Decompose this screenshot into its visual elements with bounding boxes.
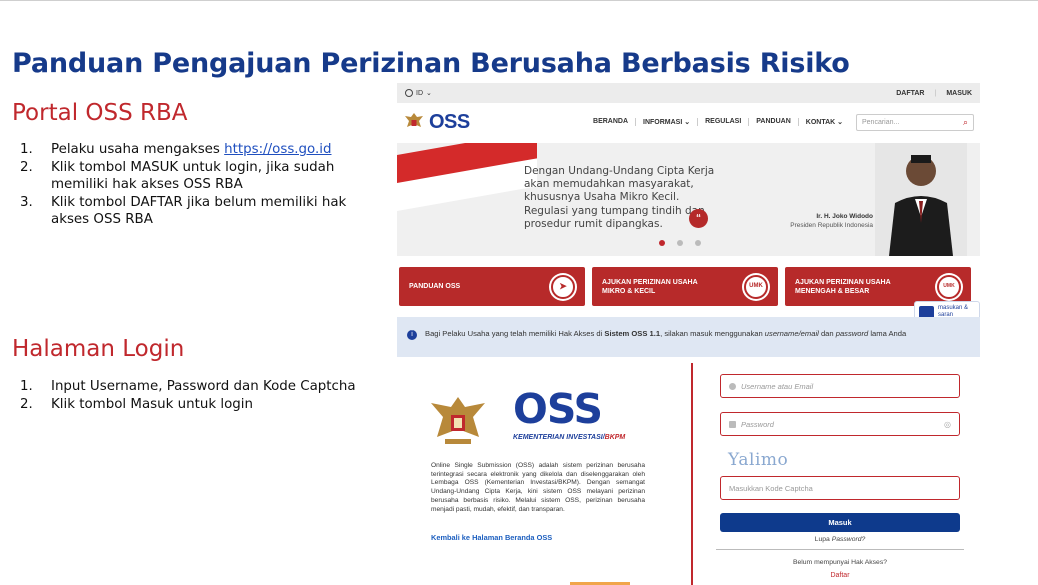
garuda-emblem-icon	[405, 113, 423, 127]
main-nav: BERANDA INFORMASI ⌄ REGULASI PANDUAN KON…	[586, 118, 850, 126]
president-name: Ir. H. Joko Widodo	[816, 213, 873, 220]
oss-logo[interactable]: OSS	[429, 111, 470, 134]
info-notice: i Bagi Pelaku Usaha yang telah memiliki …	[397, 317, 980, 357]
oss-big-logo: OSS	[513, 385, 603, 433]
back-to-home-link[interactable]: Kembali ke Halaman Beranda OSS	[431, 533, 552, 542]
oss-description: Online Single Submission (OSS) adalah si…	[431, 462, 645, 513]
step-item: 1. Input Username, Password dan Kode Capt…	[20, 379, 356, 394]
carousel-dot[interactable]	[677, 240, 683, 246]
slide-title: Panduan Pengajuan Perizinan Berusaha Ber…	[12, 48, 850, 79]
garuda-emblem-icon	[431, 397, 485, 444]
no-account-text: Belum mempunyai Hak Akses?	[792, 559, 888, 566]
password-field[interactable]: Password ◎	[720, 412, 960, 436]
form-separator	[716, 549, 964, 550]
panduan-oss-card[interactable]: PANDUAN OSS ➤	[399, 267, 585, 306]
step-item: 3. Klik tombol DAFTAR jika belum memiliki…	[20, 195, 347, 227]
top-divider	[0, 0, 1038, 1]
carousel-dot[interactable]	[659, 240, 665, 246]
carousel-dots	[659, 240, 701, 246]
nav-regulasi[interactable]: REGULASI	[698, 118, 750, 126]
chevron-down-icon: ⌄	[426, 90, 432, 97]
step-item: 2. Klik tombol MASUK untuk login, jika su…	[20, 160, 335, 192]
language-selector[interactable]: ID ⌄	[405, 89, 432, 97]
president-title: Presiden Republik Indonesia	[790, 222, 873, 229]
nav-beranda[interactable]: BERANDA	[586, 118, 637, 126]
nav-panduan[interactable]: PANDUAN	[749, 118, 799, 126]
eye-slash-icon[interactable]: ◎	[944, 420, 951, 429]
globe-icon	[405, 89, 413, 97]
masuk-button[interactable]: Masuk	[720, 513, 960, 532]
user-icon	[729, 382, 736, 390]
username-field[interactable]: Username atau Email	[720, 374, 960, 398]
search-icon[interactable]: ⌕	[963, 117, 968, 128]
compass-icon: ➤	[551, 274, 575, 299]
umk-icon: UMK	[744, 274, 768, 299]
login-divider	[691, 363, 693, 585]
non-umk-icon: UMK	[937, 274, 961, 299]
step-item: 1. Pelaku usaha mengakses https://oss.go.…	[20, 142, 332, 157]
captcha-input[interactable]: Masukkan Kode Captcha	[720, 476, 960, 500]
forgot-password-link[interactable]: Lupa Password?	[720, 536, 960, 543]
login-steps: 1. Input Username, Password dan Kode Capt…	[20, 378, 411, 414]
daftar-top-link[interactable]: DAFTAR	[896, 90, 924, 97]
portal-steps: 1. Pelaku usaha mengakses https://oss.go.…	[20, 141, 371, 229]
carousel-dot[interactable]	[695, 240, 701, 246]
masuk-top-link[interactable]: MASUK	[946, 90, 972, 97]
site-navbar: OSS BERANDA INFORMASI ⌄ REGULASI PANDUAN…	[397, 103, 980, 141]
section-heading-portal: Portal OSS RBA	[12, 100, 188, 126]
nav-informasi[interactable]: INFORMASI ⌄	[636, 118, 699, 126]
login-info-panel: OSS KEMENTERIAN INVESTASI/BKPM Online Si…	[397, 365, 689, 585]
hero-banner: Dengan Undang-Undang Cipta Kerja akan me…	[397, 143, 980, 256]
info-icon: i	[407, 330, 417, 340]
register-link[interactable]: Daftar	[720, 572, 960, 579]
section-heading-login: Halaman Login	[12, 336, 185, 362]
site-topbar: ID ⌄ DAFTAR | MASUK	[397, 83, 980, 103]
action-cards: PANDUAN OSS ➤ AJUKAN PERIZINAN USAHA MIK…	[399, 267, 971, 306]
nav-kontak[interactable]: KONTAK ⌄	[799, 118, 850, 126]
oss-website-screenshot: ID ⌄ DAFTAR | MASUK OSS BERANDA INFORMAS…	[397, 83, 980, 585]
president-photo	[875, 143, 967, 256]
lock-icon	[729, 420, 736, 428]
oss-url-link[interactable]: https://oss.go.id	[224, 142, 331, 157]
quote-icon: “	[689, 209, 708, 228]
captcha-image: Yalimo	[728, 450, 789, 470]
step-item: 2. Klik tombol Masuk untuk login	[20, 397, 253, 412]
search-input[interactable]: Pencarian... ⌕	[856, 113, 974, 131]
kementerian-label: KEMENTERIAN INVESTASI/BKPM	[513, 434, 626, 441]
perizinan-umk-card[interactable]: AJUKAN PERIZINAN USAHA MIKRO & KECIL UMK	[592, 267, 778, 306]
